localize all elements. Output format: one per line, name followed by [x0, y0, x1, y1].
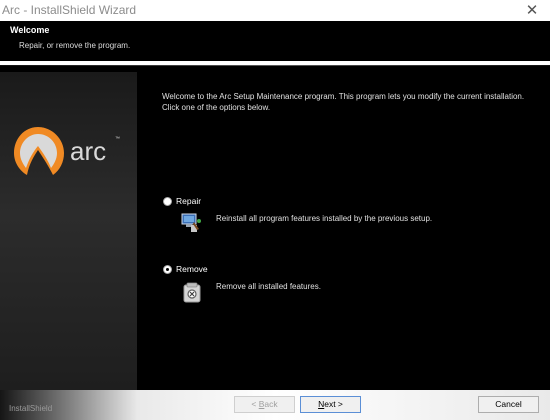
next-button[interactable]: Next > [300, 396, 361, 413]
next-label-rest: ext > [324, 399, 343, 409]
window-title: Arc - InstallShield Wizard [2, 3, 137, 17]
close-icon[interactable]: ✕ [514, 0, 550, 21]
repair-radio[interactable] [163, 197, 172, 206]
repair-icon [180, 211, 202, 238]
title-bar: Arc - InstallShield Wizard ✕ [0, 0, 550, 21]
back-button[interactable]: < Back [234, 396, 295, 413]
back-label-rest: ack [264, 399, 278, 409]
remove-radio[interactable] [163, 265, 172, 274]
logo-trademark: ™ [115, 136, 120, 142]
logo-wordmark: arc [70, 136, 106, 166]
cancel-button[interactable]: Cancel [478, 396, 539, 413]
wizard-footer: InstallShield < Back Next > Cancel [0, 390, 550, 420]
page-subtitle: Repair, or remove the program. [19, 41, 131, 50]
remove-description: Remove all installed features. [216, 282, 321, 291]
remove-icon [181, 281, 203, 308]
repair-option-label[interactable]: Repair [176, 196, 201, 206]
repair-description: Reinstall all program features installed… [216, 214, 433, 223]
arc-logo: arc ™ [12, 120, 132, 185]
wizard-header: Welcome Repair, or remove the program. [0, 21, 550, 61]
page-title: Welcome [10, 25, 50, 35]
intro-text: Welcome to the Arc Setup Maintenance pro… [162, 92, 525, 112]
back-prefix: < [251, 399, 259, 409]
installshield-brand: InstallShield [9, 404, 53, 413]
remove-option-label[interactable]: Remove [176, 264, 208, 274]
header-divider [0, 65, 550, 66]
arc-logo-mark: arc ™ [14, 127, 120, 175]
